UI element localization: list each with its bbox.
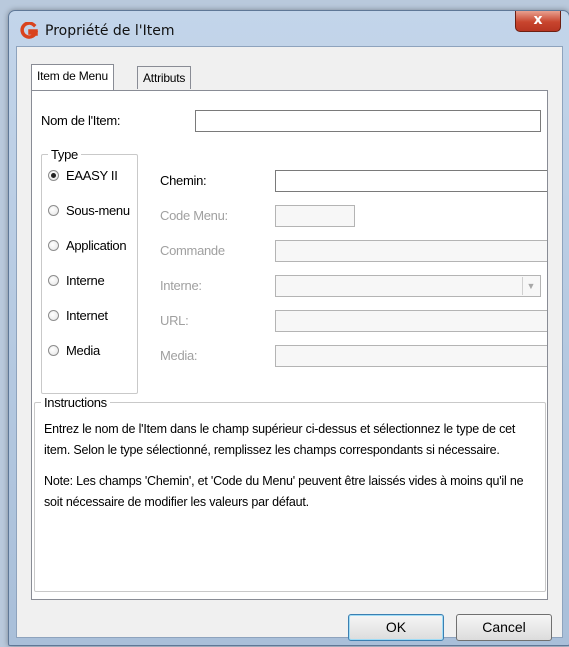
media-input[interactable]: [275, 345, 547, 367]
instructions-groupbox: Instructions Entrez le nom de l'Item dan…: [34, 395, 546, 592]
chevron-down-icon[interactable]: ▼: [522, 277, 539, 295]
item-name-label: Nom de l'Item:: [41, 113, 121, 128]
close-icon: x: [533, 12, 543, 28]
close-button[interactable]: x: [515, 11, 561, 32]
radio-indicator: [48, 240, 59, 251]
cancel-button[interactable]: Cancel: [456, 614, 552, 641]
instructions-text: Entrez le nom de l'Item dans le champ su…: [44, 419, 544, 523]
url-label: URL:: [160, 313, 189, 328]
item-name-input[interactable]: [195, 110, 541, 132]
radio-label: Media: [66, 343, 100, 358]
media-label: Media:: [160, 348, 198, 363]
tab-attributs[interactable]: Attributs: [137, 66, 192, 89]
dialog-client-area: Item de Menu Attributs Nom de l'Item: Ty…: [16, 46, 563, 641]
title-bar[interactable]: Propriété de l'Item x: [9, 11, 569, 45]
commande-input[interactable]: [275, 240, 547, 262]
radio-indicator: [48, 310, 59, 321]
radio-label: Sous-menu: [66, 203, 130, 218]
chemin-input[interactable]: [275, 170, 547, 192]
interne-dropdown[interactable]: ▼: [275, 275, 541, 297]
type-group-title: Type: [48, 147, 81, 162]
chemin-label: Chemin:: [160, 173, 207, 188]
tab-panel-item-de-menu: Nom de l'Item: Type EAASY II Sous-menu A…: [31, 90, 548, 600]
code-menu-label: Code Menu:: [160, 208, 228, 223]
radio-label: EAASY II: [66, 168, 118, 183]
app-logo-icon: [20, 22, 38, 39]
window-title: Propriété de l'Item: [45, 23, 175, 39]
code-menu-input[interactable]: [275, 205, 355, 227]
dialog-window: Propriété de l'Item x Item de Menu Attri…: [8, 10, 569, 646]
radio-label: Internet: [66, 308, 108, 323]
instructions-paragraph: Entrez le nom de l'Item dans le champ su…: [44, 422, 516, 457]
type-groupbox: Type EAASY II Sous-menu Application Inte…: [41, 147, 138, 394]
tab-item-de-menu[interactable]: Item de Menu: [31, 64, 114, 90]
radio-indicator: [48, 345, 59, 356]
radio-indicator: [48, 170, 59, 181]
radio-indicator: [48, 205, 59, 216]
commande-label: Commande: [160, 243, 225, 258]
interne-label: Interne:: [160, 278, 202, 293]
instructions-title: Instructions: [41, 395, 110, 410]
instructions-note: Note: Les champs 'Chemin', et 'Code du M…: [44, 474, 524, 509]
radio-label: Application: [66, 238, 127, 253]
radio-indicator: [48, 275, 59, 286]
url-input[interactable]: [275, 310, 547, 332]
radio-label: Interne: [66, 273, 105, 288]
ok-button[interactable]: OK: [348, 614, 444, 641]
